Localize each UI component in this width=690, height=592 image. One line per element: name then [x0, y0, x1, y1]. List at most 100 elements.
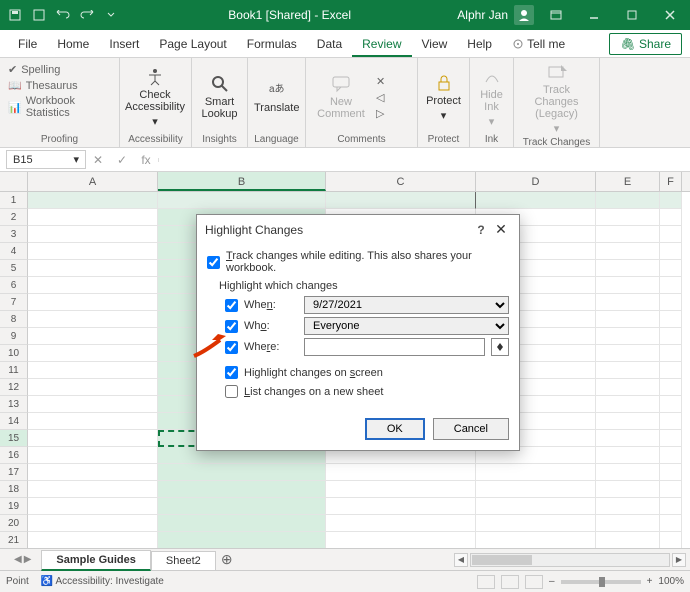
cell[interactable] — [596, 413, 660, 430]
cell[interactable] — [28, 498, 158, 515]
cell[interactable] — [326, 464, 476, 481]
cell[interactable] — [28, 379, 158, 396]
autosave-icon[interactable] — [4, 4, 26, 26]
col-header[interactable]: F — [660, 172, 682, 191]
cell[interactable] — [596, 243, 660, 260]
page-break-view-button[interactable] — [525, 575, 543, 589]
cell[interactable] — [326, 515, 476, 532]
zoom-in-button[interactable]: + — [647, 576, 653, 587]
qat-dropdown-icon[interactable] — [100, 4, 122, 26]
cell[interactable] — [28, 260, 158, 277]
row-header[interactable]: 18 — [0, 481, 28, 498]
row-header[interactable]: 12 — [0, 379, 28, 396]
tab-help[interactable]: Help — [457, 31, 502, 57]
row-header[interactable]: 14 — [0, 413, 28, 430]
row-header[interactable]: 15 — [0, 430, 28, 447]
list-newsheet-checkbox[interactable] — [225, 385, 238, 398]
cell[interactable] — [660, 464, 682, 481]
scroll-left-button[interactable]: ◀ — [454, 553, 468, 567]
cell[interactable] — [596, 260, 660, 277]
cell[interactable] — [596, 396, 660, 413]
cell[interactable] — [660, 311, 682, 328]
cell[interactable] — [28, 226, 158, 243]
col-header[interactable]: B — [158, 172, 326, 191]
where-checkbox[interactable] — [225, 341, 238, 354]
tell-me[interactable]: Tell me — [502, 31, 575, 57]
tab-review[interactable]: Review — [352, 31, 411, 57]
maximize-icon[interactable] — [616, 1, 648, 29]
sheet-tab-sheet2[interactable]: Sheet2 — [151, 551, 216, 570]
tab-page-layout[interactable]: Page Layout — [149, 31, 236, 57]
fx-icon[interactable]: fx — [134, 153, 158, 167]
cell[interactable] — [476, 481, 596, 498]
cell[interactable] — [660, 294, 682, 311]
cell[interactable] — [596, 311, 660, 328]
cell[interactable] — [28, 532, 158, 548]
cell[interactable] — [28, 243, 158, 260]
row-header[interactable]: 9 — [0, 328, 28, 345]
minimize-icon[interactable] — [578, 1, 610, 29]
scroll-right-button[interactable]: ▶ — [672, 553, 686, 567]
row-header[interactable]: 1 — [0, 192, 28, 209]
cell[interactable] — [158, 532, 326, 548]
who-select[interactable]: Everyone — [304, 317, 509, 335]
tab-formulas[interactable]: Formulas — [237, 31, 307, 57]
cell[interactable] — [596, 277, 660, 294]
cell[interactable] — [660, 226, 682, 243]
check-accessibility-button[interactable]: Check Accessibility▾ — [126, 62, 184, 132]
cell[interactable] — [28, 413, 158, 430]
row-header[interactable]: 8 — [0, 311, 28, 328]
row-header[interactable]: 16 — [0, 447, 28, 464]
zoom-slider[interactable] — [561, 580, 641, 584]
tab-file[interactable]: File — [8, 31, 47, 57]
cell[interactable] — [660, 345, 682, 362]
cell[interactable] — [28, 447, 158, 464]
cell[interactable] — [596, 345, 660, 362]
cell[interactable] — [28, 362, 158, 379]
zoom-out-button[interactable]: – — [549, 576, 555, 587]
cancel-icon[interactable]: ✕ — [86, 153, 110, 167]
cell[interactable] — [596, 464, 660, 481]
cell[interactable] — [28, 396, 158, 413]
cell[interactable] — [596, 294, 660, 311]
spelling-button[interactable]: ✔Spelling — [6, 62, 113, 77]
cell[interactable] — [326, 498, 476, 515]
track-changes-checkbox[interactable] — [207, 256, 220, 269]
cell[interactable] — [28, 192, 158, 209]
cell[interactable] — [476, 515, 596, 532]
cell[interactable] — [596, 328, 660, 345]
translate-button[interactable]: aあ Translate — [254, 62, 299, 132]
cell[interactable] — [596, 192, 660, 209]
sheet-tab-sample-guides[interactable]: Sample Guides — [41, 550, 150, 571]
col-header[interactable]: D — [476, 172, 596, 191]
row-header[interactable]: 5 — [0, 260, 28, 277]
cell[interactable] — [28, 294, 158, 311]
where-input[interactable] — [304, 338, 485, 356]
row-header[interactable]: 3 — [0, 226, 28, 243]
cell[interactable] — [158, 481, 326, 498]
select-all-corner[interactable] — [0, 172, 28, 191]
dialog-help-button[interactable]: ? — [471, 223, 491, 237]
name-box[interactable]: B15▾ — [6, 150, 86, 169]
cell[interactable] — [476, 192, 596, 209]
cell[interactable] — [158, 192, 326, 209]
cell[interactable] — [28, 464, 158, 481]
cancel-button[interactable]: Cancel — [433, 418, 509, 440]
col-header[interactable]: E — [596, 172, 660, 191]
cell[interactable] — [660, 209, 682, 226]
cell[interactable] — [476, 498, 596, 515]
cell[interactable] — [596, 226, 660, 243]
thesaurus-button[interactable]: 📖Thesaurus — [6, 78, 113, 93]
cell[interactable] — [158, 464, 326, 481]
row-header[interactable]: 19 — [0, 498, 28, 515]
cell[interactable] — [660, 532, 682, 548]
cell[interactable] — [28, 481, 158, 498]
when-checkbox[interactable] — [225, 299, 238, 312]
redo-icon[interactable] — [76, 4, 98, 26]
normal-view-button[interactable] — [477, 575, 495, 589]
dialog-close-button[interactable]: ✕ — [491, 221, 511, 238]
tab-data[interactable]: Data — [307, 31, 352, 57]
row-header[interactable]: 7 — [0, 294, 28, 311]
cell[interactable] — [660, 515, 682, 532]
row-header[interactable]: 11 — [0, 362, 28, 379]
